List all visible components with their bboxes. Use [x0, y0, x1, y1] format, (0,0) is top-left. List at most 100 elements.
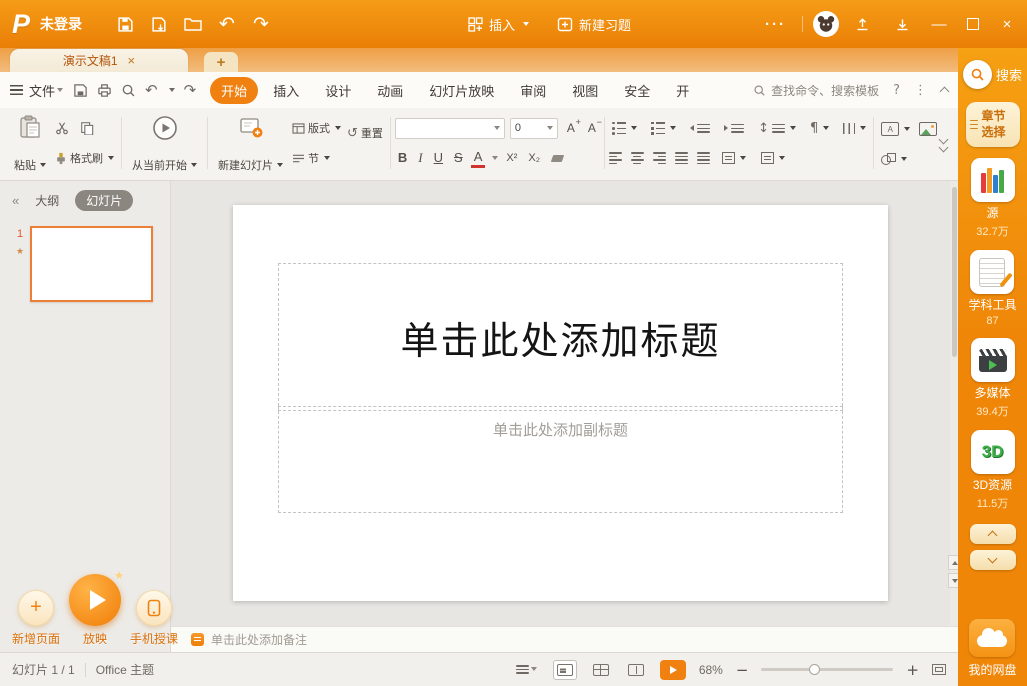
bullet-list-button[interactable]	[609, 120, 640, 137]
superscript-button[interactable]: X²	[503, 152, 520, 165]
command-search[interactable]: 查找命令、搜索模板	[753, 82, 879, 99]
decrease-indent-button[interactable]	[687, 122, 713, 135]
notes-toggle-button[interactable]	[513, 662, 540, 677]
redo-button[interactable]: ↷	[244, 9, 278, 39]
align-left-button[interactable]	[609, 152, 622, 164]
italic-button[interactable]: I	[415, 150, 425, 166]
align-center-button[interactable]	[631, 152, 644, 164]
play-slideshow-button[interactable]	[660, 660, 686, 680]
upload-button[interactable]	[845, 9, 879, 39]
open-folder-button[interactable]	[176, 9, 210, 39]
chapter-select-button[interactable]: 章节选择	[966, 102, 1020, 147]
avatar[interactable]	[813, 11, 839, 37]
insert-quick-button[interactable]: 插入	[468, 15, 529, 34]
strikethrough-button[interactable]: S	[451, 150, 466, 166]
font-color-dropdown[interactable]	[492, 156, 498, 160]
decrease-font-button[interactable]: A	[584, 121, 600, 135]
app-logo[interactable]: P	[12, 9, 30, 40]
resource-search-button[interactable]: 搜索	[963, 60, 1022, 89]
picture-button[interactable]	[918, 119, 938, 139]
notes-bar[interactable]: 单击此处添加备注	[171, 626, 958, 652]
text-box-button[interactable]: A	[878, 120, 913, 138]
start-from-current-button[interactable]: 从当前开始	[126, 111, 203, 175]
zoom-level[interactable]: 68%	[699, 663, 723, 677]
undo-history-dropdown[interactable]	[169, 88, 175, 92]
zoom-slider-thumb[interactable]	[809, 664, 820, 675]
slides-tab[interactable]: 幻灯片	[75, 190, 133, 211]
cut-button[interactable]	[52, 118, 72, 138]
tab-animation[interactable]: 动画	[366, 77, 414, 104]
outline-tab[interactable]: 大纲	[35, 192, 59, 209]
slide-thumbnail-row[interactable]: 1 ★	[0, 218, 170, 302]
reading-view-button[interactable]	[625, 661, 647, 679]
print-preview-icon[interactable]	[121, 83, 136, 98]
text-spacing-button[interactable]	[758, 150, 788, 166]
tab-security[interactable]: 安全	[613, 77, 661, 104]
slide-1-thumbnail[interactable]	[30, 226, 153, 302]
help-button[interactable]: ?	[893, 83, 900, 98]
paste-button[interactable]: 粘贴	[8, 111, 52, 175]
zoom-in-button[interactable]: +	[906, 661, 919, 679]
slide-sorter-view-button[interactable]	[590, 661, 612, 679]
tab-home[interactable]: 开始	[210, 77, 258, 104]
download-button[interactable]	[885, 9, 919, 39]
justify-button[interactable]	[675, 152, 688, 164]
normal-view-button[interactable]	[553, 660, 577, 680]
shapes-button[interactable]	[878, 151, 910, 167]
save-icon[interactable]	[73, 83, 88, 98]
mobile-teaching-button[interactable]: 手机授课	[130, 590, 178, 647]
maximize-button[interactable]	[959, 9, 987, 39]
kebab-menu-icon[interactable]: ⋮	[914, 83, 927, 98]
slide-canvas[interactable]: 单击此处添加标题 单击此处添加副标题	[233, 205, 888, 601]
save-button[interactable]	[108, 9, 142, 39]
text-direction-button[interactable]: ¶	[807, 120, 832, 137]
close-button[interactable]: ×	[993, 9, 1021, 39]
resource-card-multimedia[interactable]: 多媒体 39.4万	[971, 338, 1015, 419]
vertical-align-button[interactable]	[719, 150, 749, 166]
cloud-drive-button[interactable]: 我的网盘	[968, 619, 1016, 678]
underline-button[interactable]: U	[431, 150, 446, 166]
file-menu[interactable]: 文件	[10, 81, 63, 100]
font-color-button[interactable]: A	[471, 149, 486, 168]
scrollbar-thumb[interactable]	[952, 187, 957, 357]
subtitle-placeholder[interactable]: 单击此处添加副标题	[278, 406, 843, 513]
new-slide-button[interactable]: 新建幻灯片	[212, 111, 289, 175]
minimize-button[interactable]: —	[925, 9, 953, 39]
font-family-select[interactable]	[395, 118, 505, 139]
tab-design[interactable]: 设计	[314, 77, 362, 104]
clear-format-button[interactable]	[548, 148, 568, 168]
save-as-button[interactable]	[142, 9, 176, 39]
subscript-button[interactable]: X₂	[525, 152, 543, 165]
tab-slideshow[interactable]: 幻灯片放映	[418, 77, 505, 104]
resource-card-subject-tools[interactable]: 学科工具 87	[968, 250, 1016, 327]
close-tab-icon[interactable]: ×	[128, 53, 136, 68]
redo-icon[interactable]: ↷	[184, 83, 197, 98]
tab-view[interactable]: 视图	[561, 77, 609, 104]
columns-button[interactable]	[840, 121, 869, 136]
collapse-ribbon-icon[interactable]	[940, 87, 950, 97]
more-tools-button[interactable]	[940, 136, 947, 151]
tab-review[interactable]: 审阅	[509, 77, 557, 104]
font-size-select[interactable]: 0	[510, 118, 558, 139]
slideshow-play-button[interactable]: ★ 放映	[69, 574, 121, 647]
resource-card-lessons[interactable]: 源 32.7万	[971, 158, 1015, 239]
format-painter-button[interactable]: 格式刷	[52, 148, 117, 168]
section-button[interactable]: 节	[289, 148, 333, 168]
reset-button[interactable]: ↺ 重置	[344, 123, 386, 143]
new-exercise-button[interactable]: 新建习题	[557, 15, 631, 34]
increase-indent-button[interactable]	[721, 122, 747, 135]
increase-font-button[interactable]: A	[563, 121, 579, 135]
new-page-button[interactable]: + 新增页面	[12, 590, 60, 647]
fit-to-window-button[interactable]	[932, 664, 946, 675]
bold-button[interactable]: B	[395, 150, 410, 166]
collapse-panel-icon[interactable]: «	[12, 193, 19, 208]
line-spacing-button[interactable]: ↕	[755, 120, 799, 137]
resource-card-3d[interactable]: 3D 3D资源 11.5万	[971, 430, 1015, 511]
undo-icon[interactable]: ↶	[145, 83, 158, 98]
document-tab[interactable]: 演示文稿1 ×	[10, 49, 188, 72]
theme-name[interactable]: Office 主题	[96, 661, 154, 678]
print-icon[interactable]	[97, 83, 112, 98]
numbered-list-button[interactable]	[648, 120, 679, 137]
undo-button[interactable]: ↶	[210, 9, 244, 39]
login-status[interactable]: 未登录	[40, 14, 82, 34]
